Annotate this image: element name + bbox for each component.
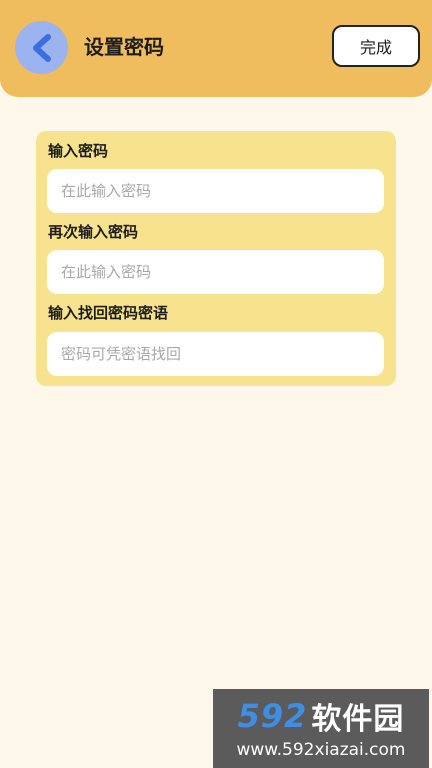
password-label: 输入密码 xyxy=(48,142,109,160)
watermark-url: www.592xiazai.com xyxy=(236,740,406,760)
site-watermark: 592 软件园 www.592xiazai.com xyxy=(213,689,429,768)
done-button[interactable]: 完成 xyxy=(332,25,420,67)
password-form-card: 输入密码 再次输入密码 输入找回密码密语 xyxy=(36,131,396,386)
confirm-password-label: 再次输入密码 xyxy=(48,223,139,241)
confirm-password-input[interactable] xyxy=(47,250,384,294)
watermark-brand: 592 软件园 xyxy=(213,695,429,737)
recovery-phrase-label: 输入找回密码密语 xyxy=(48,304,169,322)
chevron-left-icon xyxy=(32,33,51,62)
watermark-brand-number: 592 xyxy=(237,697,308,735)
watermark-brand-text: 软件园 xyxy=(311,702,405,737)
page-title: 设置密码 xyxy=(84,35,164,59)
back-button[interactable] xyxy=(15,21,68,74)
password-input[interactable] xyxy=(47,169,384,213)
header-bar: 设置密码 完成 xyxy=(0,0,432,97)
recovery-phrase-input[interactable] xyxy=(47,332,384,376)
